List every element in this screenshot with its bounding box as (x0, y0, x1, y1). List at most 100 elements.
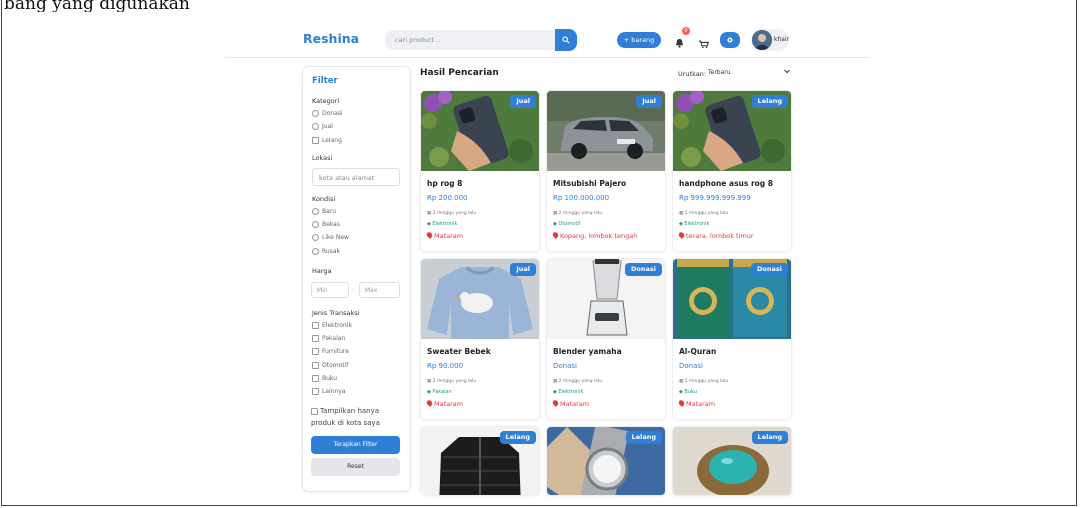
cart-icon (699, 40, 709, 49)
product-card[interactable]: Jual Sweater Bebek Rp 90.000 ▦ 2 minggu yan… (420, 258, 540, 420)
kondisi-option-like-new[interactable]: Like New (312, 234, 349, 241)
product-category: ◆ Pakaian (427, 389, 452, 395)
product-category: ◆ Buku (679, 389, 697, 395)
location-text: terara, lombok timur (686, 232, 754, 240)
posted-time: ▦ 2 minggu yang lalu (553, 211, 603, 216)
add-item-button[interactable]: + barang (617, 32, 661, 48)
own-city-checkbox[interactable]: Tampilkan hanya produk di kota saya (311, 405, 401, 429)
product-location: terara, lombok timur (677, 231, 754, 240)
product-price: Rp 999.999.999.999 (679, 194, 751, 202)
listing-type-badge: Donasi (751, 263, 788, 276)
search-button[interactable] (555, 29, 577, 51)
product-category: ◆ Otomotif (553, 221, 581, 227)
product-location: Mataram (425, 399, 463, 408)
location-pin-icon (677, 399, 686, 407)
brand-logo[interactable]: Reshina (303, 31, 359, 46)
product-category: ◆ Elektronik (427, 221, 458, 227)
location-pin-icon (677, 231, 686, 239)
notification-badge: 0 (682, 27, 690, 35)
kondisi-option-rusak[interactable]: Rusak (312, 248, 340, 255)
posted-time: ▦ 2 minggu yang lalu (427, 379, 477, 384)
listing-type-badge: Donasi (625, 263, 662, 276)
gear-icon (727, 37, 733, 43)
product-name: handphone asus rog 8 (679, 179, 773, 188)
apply-filter-button[interactable]: Terapkan Filter (311, 436, 400, 454)
listing-type-badge: Jual (510, 263, 536, 276)
product-card[interactable]: Jual hp rog 8 Rp 200.000 ▦ 2 minggu yang la… (420, 90, 540, 252)
location-text: Mataram (560, 400, 590, 408)
product-category: ◆ Elektronik (553, 389, 584, 395)
product-location: Mataram (425, 231, 464, 240)
location-input[interactable]: kota atau alamat (312, 168, 400, 186)
product-card[interactable]: Lelang (546, 426, 666, 496)
product-price: Rp 90.000 (427, 362, 464, 370)
checkbox[interactable] (312, 388, 319, 395)
posted-time: ▦ 2 minggu yang lalu (679, 379, 729, 384)
kondisi-heading: Kondisi (312, 195, 336, 203)
checkbox[interactable] (312, 137, 319, 144)
kondisi-option-bekas[interactable]: Bekas (312, 221, 340, 228)
product-location: Mataram (677, 399, 715, 408)
kategori-option-lelang[interactable]: Lelang (312, 137, 342, 144)
product-name: Blender yamaha (553, 347, 622, 356)
kondisi-option-baru[interactable]: Baru (312, 208, 336, 215)
search-input[interactable]: cari product... (385, 30, 555, 50)
jenis-option-elektronik[interactable]: Elektronik (312, 322, 352, 329)
location-pin-icon (425, 399, 434, 407)
product-card[interactable]: Donasi Al-Quran Donasi ▦ 2 minggu yang lalu… (672, 258, 792, 420)
kategori-option-donasi[interactable]: Donasi (312, 110, 343, 117)
product-location: Kopang, lombok tengah (551, 231, 638, 240)
radio-button[interactable] (312, 221, 319, 228)
product-category: ◆ Elektronik (679, 221, 710, 227)
checkbox[interactable] (311, 407, 318, 415)
location-text: Mataram (434, 232, 464, 240)
product-price: Donasi (679, 362, 703, 370)
checkbox[interactable] (312, 335, 319, 342)
reset-button[interactable]: Reset (311, 458, 400, 476)
jenis-option-pakaian[interactable]: Pakaian (312, 335, 345, 342)
listing-type-badge: Lelang (625, 431, 662, 444)
cart-button[interactable] (699, 34, 709, 53)
listing-type-badge: Jual (636, 95, 662, 108)
radio-button[interactable] (312, 208, 319, 215)
kategori-heading: Kategori (312, 97, 340, 105)
lokasi-heading: Lokasi (312, 154, 333, 162)
location-pin-icon (551, 231, 560, 239)
product-name: hp rog 8 (427, 179, 463, 188)
jenis-transaksi-heading: Jenis Transaksi (312, 309, 360, 317)
jenis-option-furniture[interactable]: Furniture (312, 348, 349, 355)
results-title: Hasil Pencarian (420, 68, 499, 78)
product-card[interactable]: Jual Mitsubishi Pajero Rp 100.000.000 ▦ 2 m… (546, 90, 666, 252)
radio-button[interactable] (312, 110, 319, 117)
product-name: Mitsubishi Pajero (553, 179, 627, 188)
jenis-option-lainnya[interactable]: Lainnya (312, 388, 346, 395)
listing-type-badge: Lelang (751, 95, 788, 108)
product-card[interactable]: Lelang handphone asus rog 8 Rp 999.999.999… (672, 90, 792, 252)
search-icon (562, 36, 570, 44)
kategori-option-jual[interactable]: Jual (312, 123, 333, 130)
price-max-input[interactable]: Max (359, 282, 400, 298)
username: khair (774, 36, 790, 43)
avatar[interactable] (752, 30, 772, 50)
checkbox[interactable] (312, 322, 319, 329)
product-card[interactable]: Lelang (672, 426, 792, 496)
harga-heading: Harga (312, 267, 332, 275)
product-price: Rp 100.000.000 (553, 194, 610, 202)
checkbox[interactable] (312, 348, 319, 355)
radio-button[interactable] (312, 248, 319, 255)
radio-button[interactable] (312, 123, 319, 130)
notification-button[interactable] (675, 33, 684, 52)
product-card[interactable]: Donasi Blender yamaha Donasi ▦ 2 minggu yan… (546, 258, 666, 420)
jenis-option-otomotif[interactable]: Otomotif (312, 362, 348, 369)
price-min-input[interactable]: Min (311, 282, 349, 298)
product-price: Donasi (553, 362, 577, 370)
sort-select[interactable]: Terbaru (704, 66, 792, 80)
checkbox[interactable] (312, 362, 319, 369)
checkbox[interactable] (312, 375, 319, 382)
settings-button[interactable] (720, 32, 740, 48)
jenis-option-buku[interactable]: Buku (312, 375, 337, 382)
radio-button[interactable] (312, 234, 319, 241)
price-separator: - (351, 286, 354, 293)
location-text: Kopang, lombok tengah (560, 232, 638, 240)
product-card[interactable]: Lelang (420, 426, 540, 496)
